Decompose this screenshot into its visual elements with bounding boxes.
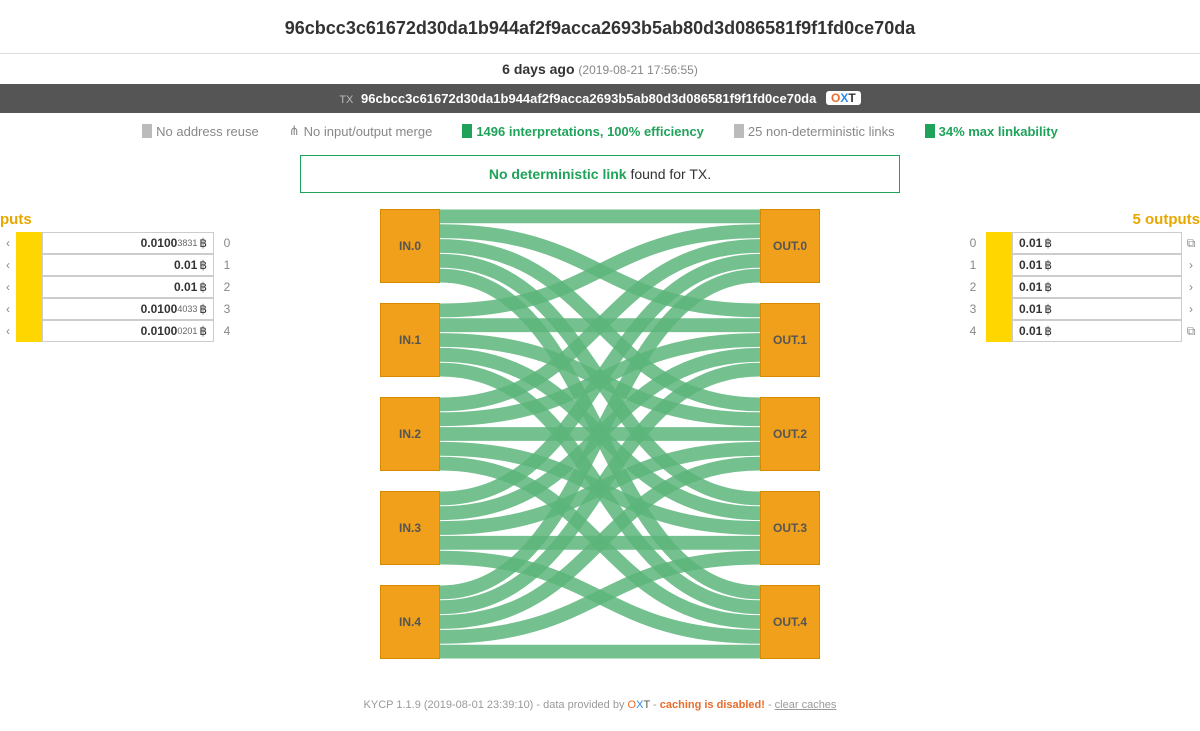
copy-icon[interactable]: ⧉ — [1182, 232, 1200, 254]
sankey-input-node[interactable]: IN.2 — [380, 397, 440, 471]
input-swatch — [16, 298, 42, 320]
output-row[interactable]: 3 0.01฿› — [960, 298, 1200, 320]
tx-label: TX — [339, 94, 353, 106]
time-stamp: (2019-08-21 17:56:55) — [578, 63, 697, 77]
main-area: puts ‹0.01003831฿0‹0.01฿1‹0.01฿2‹0.01004… — [0, 207, 1200, 669]
time-ago: 6 days ago — [502, 61, 574, 77]
input-swatch — [16, 254, 42, 276]
chevron-left-icon[interactable]: ‹ — [0, 232, 16, 254]
input-amount: 0.01000201฿ — [42, 320, 214, 342]
output-index: 1 — [960, 254, 986, 276]
input-row[interactable]: ‹ 0.01003831฿0 — [0, 232, 240, 254]
tx-id: 96cbcc3c61672d30da1b944af2f9acca2693b5ab… — [361, 91, 816, 106]
chevron-right-icon[interactable]: › — [1182, 298, 1200, 320]
input-index: 4 — [214, 320, 240, 342]
output-swatch — [986, 298, 1012, 320]
chevron-left-icon[interactable]: ‹ — [0, 254, 16, 276]
footer-warning: caching is disabled! — [660, 699, 765, 711]
output-swatch — [986, 276, 1012, 298]
output-amount: 0.01฿ — [1012, 298, 1182, 320]
sankey-output-node[interactable]: OUT.2 — [760, 397, 820, 471]
footer-oxt-link[interactable]: OXT — [628, 699, 650, 711]
output-swatch — [986, 232, 1012, 254]
square-icon — [734, 124, 744, 138]
output-index: 0 — [960, 232, 986, 254]
sankey-output-node[interactable]: OUT.1 — [760, 303, 820, 377]
sankey-input-node[interactable]: IN.1 — [380, 303, 440, 377]
input-index: 2 — [214, 276, 240, 298]
chevron-right-icon[interactable]: › — [1182, 254, 1200, 276]
input-amount: 0.01004033฿ — [42, 298, 214, 320]
copy-icon[interactable]: ⧉ — [1182, 320, 1200, 342]
sankey-output-node[interactable]: OUT.0 — [760, 209, 820, 283]
input-amount: 0.01฿ — [42, 254, 214, 276]
outputs-panel: 5 outputs 00.01฿⧉10.01฿›20.01฿›30.01฿›40… — [960, 207, 1200, 342]
sankey-input-node[interactable]: IN.0 — [380, 209, 440, 283]
input-row[interactable]: ‹ 0.01฿2 — [0, 276, 240, 298]
input-swatch — [16, 320, 42, 342]
input-amount: 0.01฿ — [42, 276, 214, 298]
oxt-link[interactable]: OXT — [826, 91, 861, 105]
sankey-output-node[interactable]: OUT.3 — [760, 491, 820, 565]
notice-box: No deterministic link found for TX. — [300, 155, 900, 193]
input-row[interactable]: ‹ 0.01000201฿4 — [0, 320, 240, 342]
output-amount: 0.01฿ — [1012, 276, 1182, 298]
inputs-panel: puts ‹ 0.01003831฿0 ‹ 0.01฿1 ‹ 0.01฿2 ‹ 0.01004… — [0, 207, 240, 342]
output-row[interactable]: 0 0.01฿⧉ — [960, 232, 1200, 254]
square-icon — [142, 124, 152, 138]
sankey-output-node[interactable]: OUT.4 — [760, 585, 820, 659]
stat-no-merge: ⋔No input/output merge — [289, 123, 433, 139]
square-icon — [925, 124, 935, 138]
output-index: 2 — [960, 276, 986, 298]
merge-icon: ⋔ — [289, 123, 300, 139]
sankey-chart: IN.0 OUT.0 IN.1 OUT.1 IN.2 OUT.2 IN.3 OUT.3 IN.4… — [240, 207, 960, 669]
chevron-left-icon[interactable]: ‹ — [0, 298, 16, 320]
square-icon — [462, 124, 472, 138]
stats-row: No address reuse ⋔No input/output merge … — [0, 113, 1200, 149]
output-amount: 0.01฿ — [1012, 232, 1182, 254]
sankey-input-node[interactable]: IN.4 — [380, 585, 440, 659]
output-index: 4 — [960, 320, 986, 342]
input-swatch — [16, 276, 42, 298]
input-index: 1 — [214, 254, 240, 276]
output-swatch — [986, 254, 1012, 276]
output-swatch — [986, 320, 1012, 342]
sankey-input-node[interactable]: IN.3 — [380, 491, 440, 565]
output-index: 3 — [960, 298, 986, 320]
outputs-title: 5 outputs — [960, 207, 1200, 232]
inputs-title: puts — [0, 207, 240, 232]
output-row[interactable]: 2 0.01฿› — [960, 276, 1200, 298]
input-amount: 0.01003831฿ — [42, 232, 214, 254]
time-bar: 6 days ago (2019-08-21 17:56:55) — [0, 54, 1200, 84]
input-row[interactable]: ‹ 0.01004033฿3 — [0, 298, 240, 320]
footer-app: KYCP 1.1.9 (2019-08-01 23:39:10) — [364, 699, 534, 711]
page-title: 96cbcc3c61672d30da1b944af2f9acca2693b5ab… — [0, 0, 1200, 54]
output-row[interactable]: 4 0.01฿⧉ — [960, 320, 1200, 342]
stat-max-linkability: 34% max linkability — [925, 124, 1058, 139]
input-row[interactable]: ‹ 0.01฿1 — [0, 254, 240, 276]
tx-bar: TX 96cbcc3c61672d30da1b944af2f9acca2693b… — [0, 84, 1200, 113]
chevron-right-icon[interactable]: › — [1182, 276, 1200, 298]
stat-nondet-links: 25 non-deterministic links — [734, 124, 895, 139]
stat-no-reuse: No address reuse — [142, 124, 259, 139]
stat-interpretations: 1496 interpretations, 100% efficiency — [462, 124, 704, 139]
notice-rest: found for TX. — [627, 166, 712, 182]
input-index: 3 — [214, 298, 240, 320]
chevron-left-icon[interactable]: ‹ — [0, 276, 16, 298]
input-swatch — [16, 232, 42, 254]
output-amount: 0.01฿ — [1012, 320, 1182, 342]
clear-caches-link[interactable]: clear caches — [775, 699, 837, 711]
output-row[interactable]: 1 0.01฿› — [960, 254, 1200, 276]
output-amount: 0.01฿ — [1012, 254, 1182, 276]
chevron-left-icon[interactable]: ‹ — [0, 320, 16, 342]
input-index: 0 — [214, 232, 240, 254]
notice-highlight: No deterministic link — [489, 166, 627, 182]
